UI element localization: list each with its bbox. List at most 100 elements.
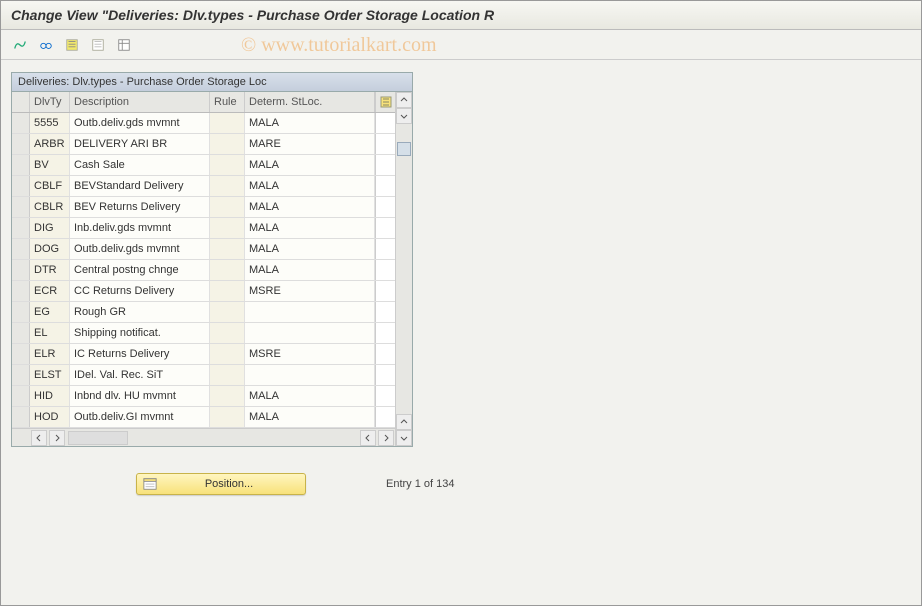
cell-description[interactable]: Rough GR xyxy=(70,302,210,322)
cell-stloc[interactable]: MALA xyxy=(245,386,375,406)
cell-dlvty[interactable]: 5555 xyxy=(30,113,70,133)
cell-stloc[interactable] xyxy=(245,365,375,385)
row-selector[interactable] xyxy=(12,281,30,301)
cell-stloc[interactable]: MALA xyxy=(245,197,375,217)
scroll-right2-icon[interactable] xyxy=(378,430,394,446)
table-row[interactable]: ECRCC Returns Delivery MSRE xyxy=(12,281,395,302)
table-row[interactable]: ARBRDELIVERY ARI BR MARE xyxy=(12,134,395,155)
vscroll-thumb[interactable] xyxy=(397,142,411,156)
cell-description[interactable]: IC Returns Delivery xyxy=(70,344,210,364)
cell-rule[interactable] xyxy=(210,407,245,427)
cell-description[interactable]: Inb.deliv.gds mvmnt xyxy=(70,218,210,238)
cell-dlvty[interactable]: BV xyxy=(30,155,70,175)
cell-rule[interactable] xyxy=(210,344,245,364)
cell-dlvty[interactable]: ECR xyxy=(30,281,70,301)
row-selector[interactable] xyxy=(12,365,30,385)
cell-rule[interactable] xyxy=(210,302,245,322)
vscroll-track[interactable] xyxy=(396,124,412,414)
cell-dlvty[interactable]: HID xyxy=(30,386,70,406)
cell-description[interactable]: BEVStandard Delivery xyxy=(70,176,210,196)
cell-dlvty[interactable]: CBLF xyxy=(30,176,70,196)
cell-rule[interactable] xyxy=(210,113,245,133)
cell-dlvty[interactable]: ELR xyxy=(30,344,70,364)
cell-rule[interactable] xyxy=(210,365,245,385)
row-selector[interactable] xyxy=(12,239,30,259)
cell-rule[interactable] xyxy=(210,323,245,343)
cell-dlvty[interactable]: DTR xyxy=(30,260,70,280)
scroll-left2-icon[interactable] xyxy=(360,430,376,446)
cell-rule[interactable] xyxy=(210,197,245,217)
cell-rule[interactable] xyxy=(210,281,245,301)
col-header-description[interactable]: Description xyxy=(70,92,210,112)
cell-description[interactable]: BEV Returns Delivery xyxy=(70,197,210,217)
cell-description[interactable]: CC Returns Delivery xyxy=(70,281,210,301)
cell-dlvty[interactable]: HOD xyxy=(30,407,70,427)
cell-rule[interactable] xyxy=(210,260,245,280)
row-selector[interactable] xyxy=(12,155,30,175)
select-all-icon[interactable] xyxy=(61,35,83,55)
scroll-up2-icon[interactable] xyxy=(396,414,412,430)
cell-stloc[interactable]: MALA xyxy=(245,218,375,238)
cell-rule[interactable] xyxy=(210,386,245,406)
cell-stloc[interactable]: MALA xyxy=(245,239,375,259)
cell-dlvty[interactable]: ELST xyxy=(30,365,70,385)
table-row[interactable]: HODOutb.deliv.GI mvmnt MALA xyxy=(12,407,395,428)
scroll-down-icon[interactable] xyxy=(396,430,412,446)
cell-dlvty[interactable]: ARBR xyxy=(30,134,70,154)
row-selector[interactable] xyxy=(12,302,30,322)
cell-description[interactable]: Shipping notificat. xyxy=(70,323,210,343)
cell-description[interactable]: IDel. Val. Rec. SiT xyxy=(70,365,210,385)
cell-stloc[interactable]: MALA xyxy=(245,407,375,427)
cell-stloc[interactable] xyxy=(245,323,375,343)
table-row[interactable]: ELSTIDel. Val. Rec. SiT xyxy=(12,365,395,386)
row-selector[interactable] xyxy=(12,113,30,133)
cell-rule[interactable] xyxy=(210,218,245,238)
table-row[interactable]: CBLRBEV Returns Delivery MALA xyxy=(12,197,395,218)
cell-description[interactable]: Outb.deliv.GI mvmnt xyxy=(70,407,210,427)
cell-description[interactable]: Outb.deliv.gds mvmnt xyxy=(70,239,210,259)
table-row[interactable]: HIDInbnd dlv. HU mvmnt MALA xyxy=(12,386,395,407)
table-row[interactable]: 5555Outb.deliv.gds mvmnt MALA xyxy=(12,113,395,134)
col-header-dlvty[interactable]: DlvTy xyxy=(30,92,70,112)
cell-stloc[interactable]: MSRE xyxy=(245,281,375,301)
row-selector[interactable] xyxy=(12,260,30,280)
cell-dlvty[interactable]: EG xyxy=(30,302,70,322)
cell-stloc[interactable]: MALA xyxy=(245,260,375,280)
cell-description[interactable]: Outb.deliv.gds mvmnt xyxy=(70,113,210,133)
table-row[interactable]: DOGOutb.deliv.gds mvmntMALA xyxy=(12,239,395,260)
row-selector[interactable] xyxy=(12,218,30,238)
cell-stloc[interactable]: MALA xyxy=(245,176,375,196)
cell-dlvty[interactable]: CBLR xyxy=(30,197,70,217)
col-header-stloc[interactable]: Determ. StLoc. xyxy=(245,92,375,112)
table-row[interactable]: DTRCentral postng chngeMALA xyxy=(12,260,395,281)
cell-stloc[interactable]: MALA xyxy=(245,113,375,133)
cell-stloc[interactable] xyxy=(245,302,375,322)
scroll-right-icon[interactable] xyxy=(49,430,65,446)
table-row[interactable]: ELRIC Returns Delivery MSRE xyxy=(12,344,395,365)
table-row[interactable]: CBLFBEVStandard Delivery MALA xyxy=(12,176,395,197)
scroll-up-icon[interactable] xyxy=(396,92,412,108)
cell-dlvty[interactable]: EL xyxy=(30,323,70,343)
cell-description[interactable]: Inbnd dlv. HU mvmnt xyxy=(70,386,210,406)
row-selector[interactable] xyxy=(12,134,30,154)
table-row[interactable]: ELShipping notificat. xyxy=(12,323,395,344)
cell-rule[interactable] xyxy=(210,239,245,259)
row-selector[interactable] xyxy=(12,407,30,427)
cell-rule[interactable] xyxy=(210,176,245,196)
scroll-down-small-icon[interactable] xyxy=(396,108,412,124)
cell-stloc[interactable]: MALA xyxy=(245,155,375,175)
glasses-icon[interactable] xyxy=(35,35,57,55)
cell-rule[interactable] xyxy=(210,134,245,154)
cell-stloc[interactable]: MSRE xyxy=(245,344,375,364)
cell-description[interactable]: DELIVERY ARI BR xyxy=(70,134,210,154)
table-row[interactable]: BVCash SaleMALA xyxy=(12,155,395,176)
deselect-all-icon[interactable] xyxy=(87,35,109,55)
col-header-rule[interactable]: Rule xyxy=(210,92,245,112)
horizontal-scrollbar[interactable] xyxy=(12,428,395,446)
cell-dlvty[interactable]: DIG xyxy=(30,218,70,238)
hscroll-track[interactable] xyxy=(68,431,128,445)
table-settings-icon[interactable] xyxy=(113,35,135,55)
row-selector[interactable] xyxy=(12,176,30,196)
cell-stloc[interactable]: MARE xyxy=(245,134,375,154)
position-button[interactable]: Position... xyxy=(136,473,306,495)
